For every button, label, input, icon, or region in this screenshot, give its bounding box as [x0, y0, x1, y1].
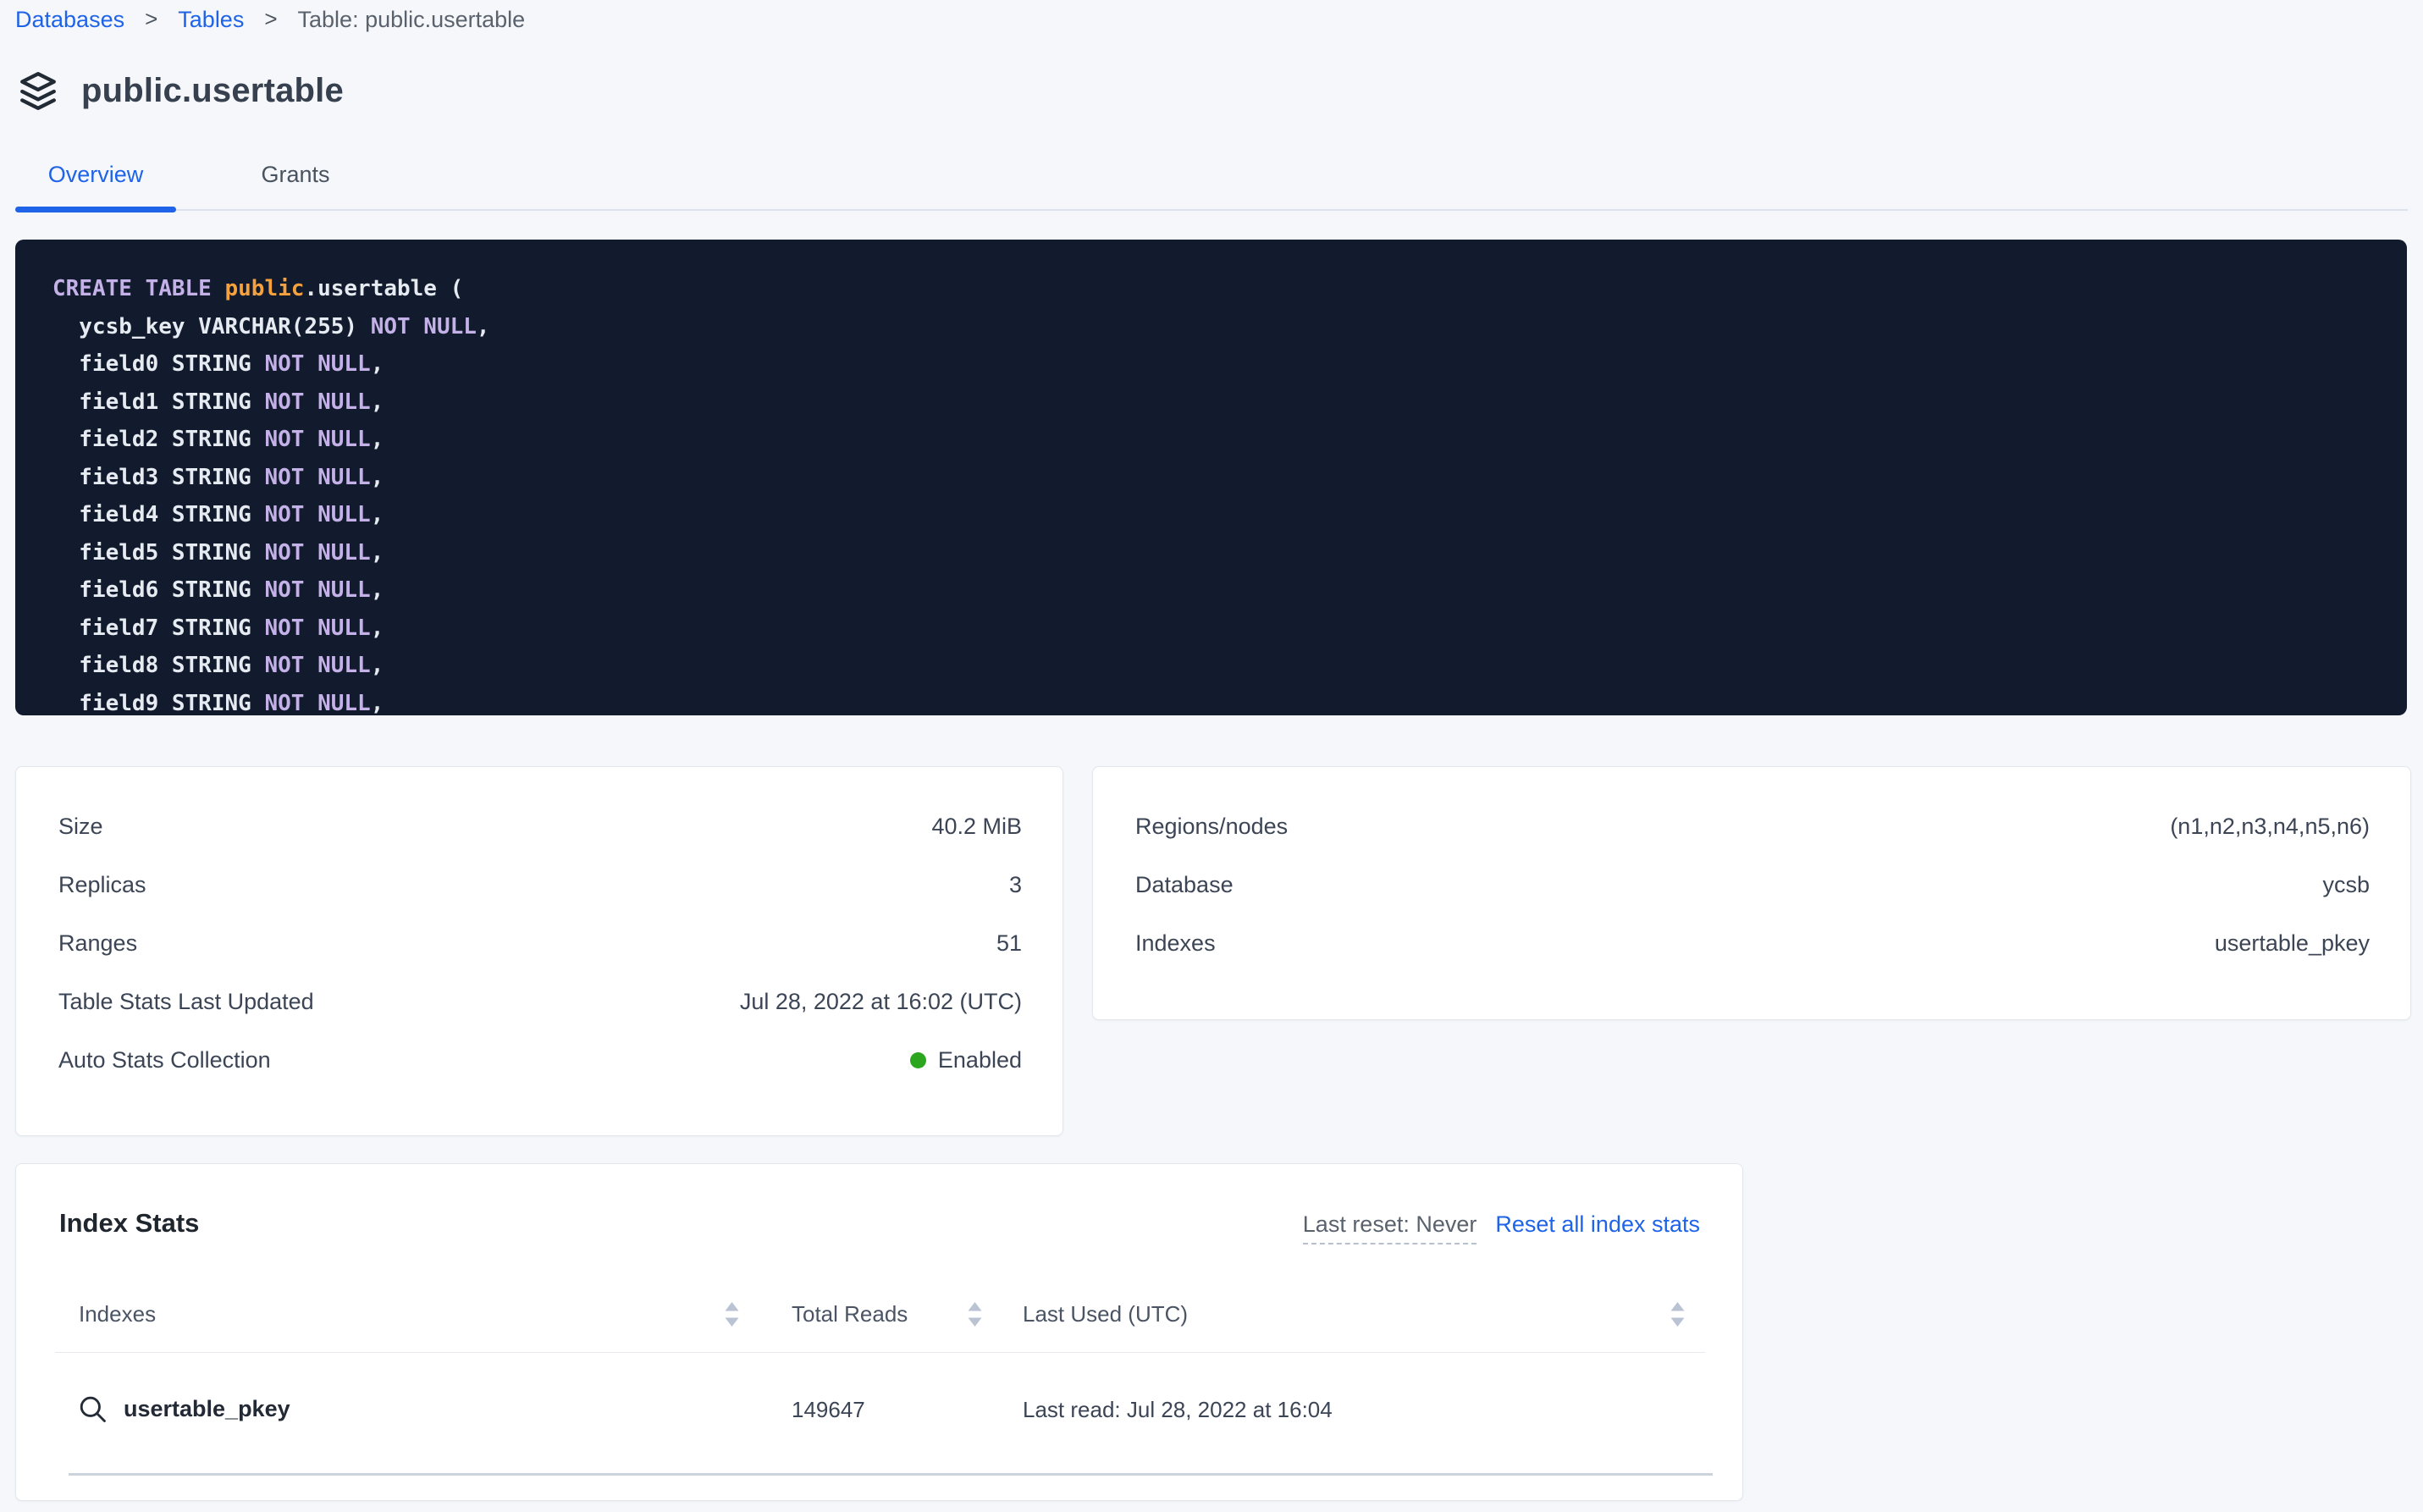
- stat-row: Auto Stats Collection Enabled: [16, 1031, 1062, 1090]
- index-table-row[interactable]: usertable_pkey 149647 Last read: Jul 28, 2…: [16, 1381, 1742, 1440]
- stat-value: usertable_pkey: [2215, 930, 2370, 957]
- stat-label: Indexes: [1135, 930, 1216, 957]
- sql-line: CREATE TABLE public.usertable (: [52, 270, 2390, 308]
- stat-value: Enabled: [910, 1047, 1022, 1073]
- stat-value: 3: [1009, 872, 1022, 898]
- stat-label: Database: [1135, 872, 1234, 898]
- table-stack-icon: [17, 69, 59, 112]
- tab-bar: Overview Grants: [15, 161, 2408, 211]
- stat-row: Replicas 3: [16, 856, 1062, 914]
- sql-line: field7 STRING NOT NULL,: [52, 610, 2390, 648]
- tab-overview[interactable]: Overview: [15, 161, 176, 209]
- sort-icon[interactable]: [722, 1300, 742, 1333]
- sql-line: field9 STRING NOT NULL,: [52, 685, 2390, 716]
- stat-row: Indexes usertable_pkey: [1093, 914, 2410, 973]
- stat-label: Replicas: [58, 872, 146, 898]
- total-reads-value: 149647: [792, 1397, 865, 1423]
- last-reset-label[interactable]: Last reset: Never: [1303, 1211, 1477, 1244]
- last-used-value: Last read: Jul 28, 2022 at 16:04: [1023, 1397, 1333, 1423]
- index-stats-title: Index Stats: [59, 1208, 199, 1239]
- breadcrumb-item-table-public-usertable: Table: public.usertable: [298, 7, 526, 32]
- column-header-indexes[interactable]: Indexes: [79, 1301, 156, 1327]
- page-title-row: public.usertable: [17, 69, 344, 112]
- index-stats-controls: Last reset: Never Reset all index stats: [1303, 1211, 1700, 1244]
- sql-line: field5 STRING NOT NULL,: [52, 534, 2390, 572]
- stat-row: Size 40.2 MiB: [16, 797, 1062, 856]
- header-divider: [55, 1352, 1705, 1353]
- stat-value: 40.2 MiB: [931, 814, 1022, 840]
- stat-value: 51: [996, 930, 1022, 957]
- tab-grants[interactable]: Grants: [234, 161, 357, 209]
- create-table-statement: CREATE TABLE public.usertable ( ycsb_key…: [15, 240, 2407, 715]
- stat-label: Size: [58, 814, 103, 840]
- breadcrumb: Databases > Tables > Table: public.usertable: [15, 7, 525, 32]
- breadcrumb-separator-icon: >: [145, 6, 157, 31]
- sql-line: ycsb_key VARCHAR(255) NOT NULL,: [52, 308, 2390, 346]
- sql-line: field8 STRING NOT NULL,: [52, 647, 2390, 685]
- column-header-last-used-utc-[interactable]: Last Used (UTC): [1023, 1301, 1188, 1327]
- stat-row: Regions/nodes (n1,n2,n3,n4,n5,n6): [1093, 797, 2410, 856]
- search-icon: [77, 1393, 109, 1430]
- stat-row: Table Stats Last Updated Jul 28, 2022 at …: [16, 973, 1062, 1031]
- breadcrumb-item-tables[interactable]: Tables: [178, 7, 244, 32]
- stat-label: Table Stats Last Updated: [58, 989, 314, 1015]
- sql-line: field2 STRING NOT NULL,: [52, 421, 2390, 459]
- stat-value: ycsb: [2322, 872, 2370, 898]
- stat-value: Jul 28, 2022 at 16:02 (UTC): [740, 989, 1022, 1015]
- sort-icon[interactable]: [1668, 1300, 1687, 1333]
- stat-label: Ranges: [58, 930, 137, 957]
- index-table-header: Indexes Total Reads Last Used (UTC): [16, 1289, 1742, 1340]
- stat-label: Regions/nodes: [1135, 814, 1288, 840]
- sort-icon[interactable]: [965, 1300, 985, 1333]
- sql-line: field1 STRING NOT NULL,: [52, 384, 2390, 422]
- sql-line: field0 STRING NOT NULL,: [52, 345, 2390, 384]
- stat-row: Database ycsb: [1093, 856, 2410, 914]
- reset-index-stats-link[interactable]: Reset all index stats: [1495, 1211, 1700, 1238]
- table-bottom-divider: [69, 1473, 1713, 1476]
- database-details-card: Regions/nodes (n1,n2,n3,n4,n5,n6) Database…: [1092, 766, 2411, 1020]
- sql-line: field4 STRING NOT NULL,: [52, 496, 2390, 534]
- sql-line: field3 STRING NOT NULL,: [52, 459, 2390, 497]
- breadcrumb-item-databases[interactable]: Databases: [15, 7, 124, 32]
- page-title: public.usertable: [81, 72, 344, 110]
- column-header-total-reads[interactable]: Total Reads: [792, 1301, 908, 1327]
- stat-row: Ranges 51: [16, 914, 1062, 973]
- sql-line: field6 STRING NOT NULL,: [52, 571, 2390, 610]
- index-stats-card: Index Stats Last reset: Never Reset all …: [15, 1163, 1743, 1501]
- stat-value: (n1,n2,n3,n4,n5,n6): [2170, 814, 2370, 840]
- status-dot-icon: [910, 1052, 926, 1068]
- table-details-card: Size 40.2 MiB Replicas 3 Ranges 51 Table Stats…: [15, 766, 1063, 1136]
- breadcrumb-separator-icon: >: [264, 6, 277, 31]
- index-name: usertable_pkey: [124, 1396, 290, 1422]
- stat-label: Auto Stats Collection: [58, 1047, 271, 1073]
